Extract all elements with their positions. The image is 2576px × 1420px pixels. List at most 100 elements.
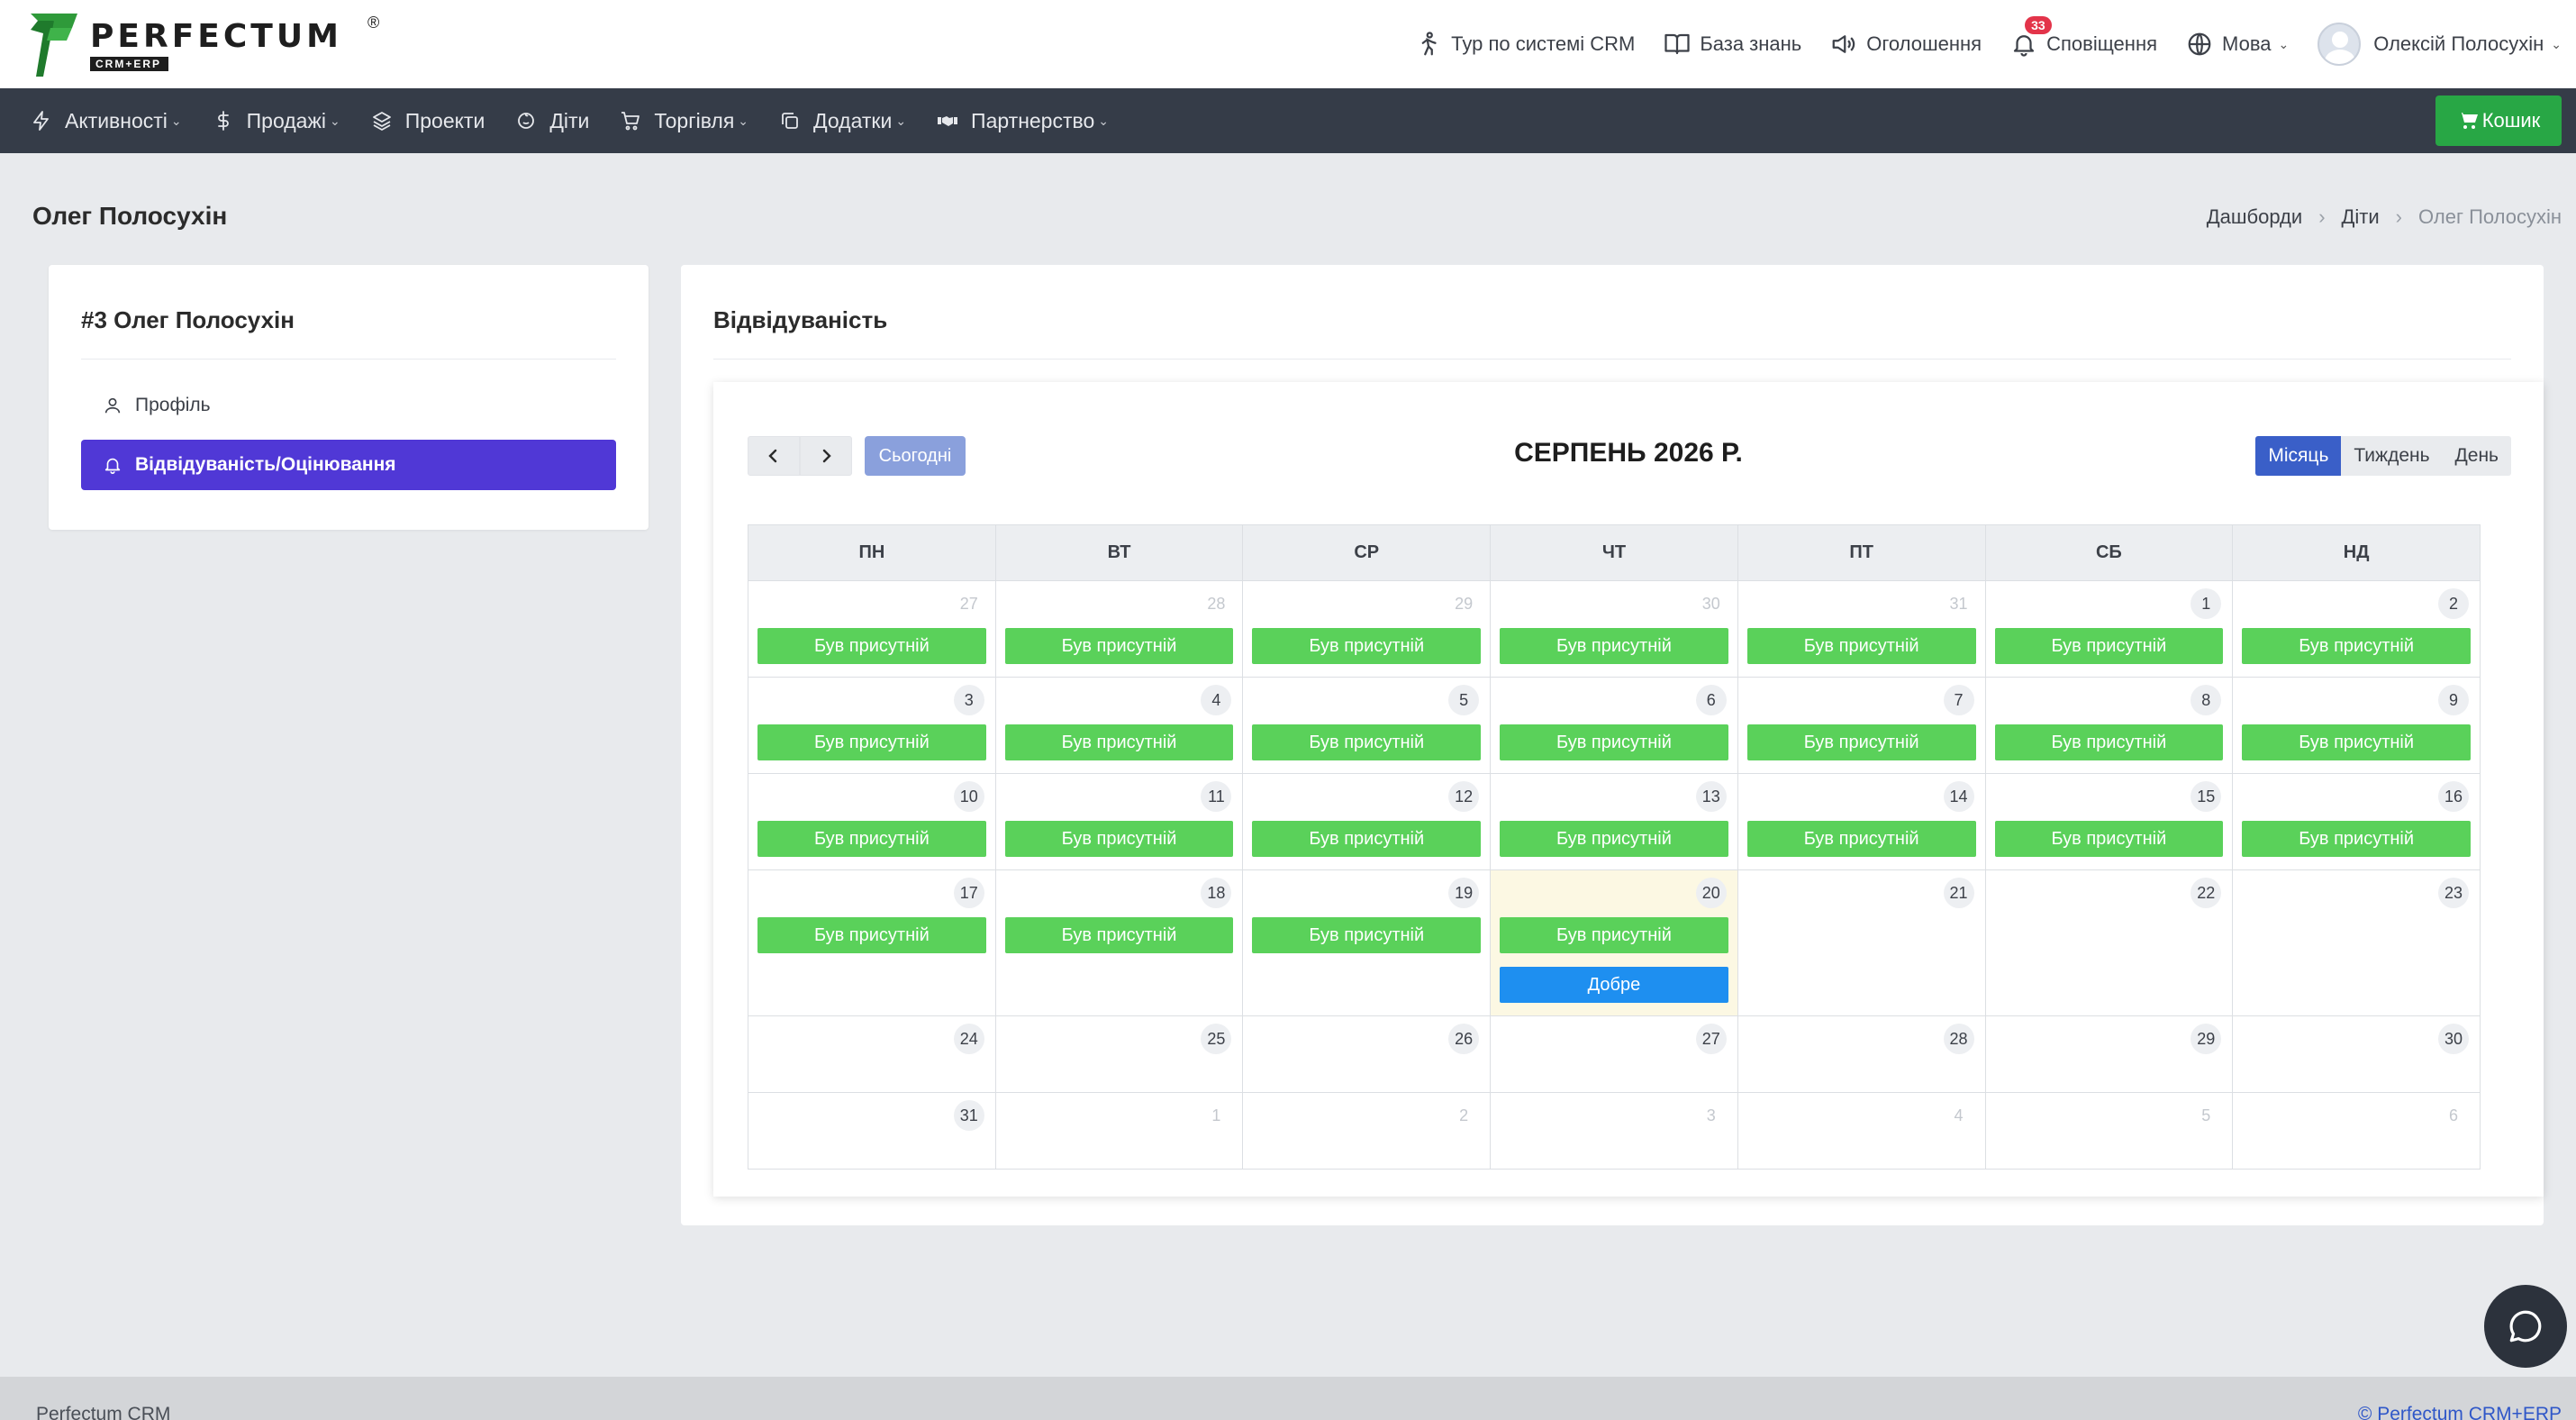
calendar-day-cell[interactable]: 29 Був присутній xyxy=(1242,580,1492,678)
breadcrumb-dashboards[interactable]: Дашборди xyxy=(2207,205,2302,229)
calendar-day-cell[interactable]: 31 xyxy=(748,1092,996,1170)
calendar-day-cell[interactable]: 4 xyxy=(1737,1092,1986,1170)
attendance-event[interactable]: Був присутній xyxy=(1252,821,1482,857)
calendar-day-cell[interactable]: 19 Був присутній xyxy=(1242,869,1492,1016)
calendar-day-cell[interactable]: 25 xyxy=(994,1015,1244,1093)
calendar-day-cell[interactable]: 21 xyxy=(1737,869,1986,1016)
attendance-event[interactable]: Був присутній xyxy=(2242,628,2471,664)
calendar-day-cell[interactable]: 7 Був присутній xyxy=(1737,677,1986,774)
brand-logo[interactable]: PERFECTUM CRM+ERP ® xyxy=(31,13,379,77)
calendar-day-cell[interactable]: 6 Був присутній xyxy=(1490,677,1738,774)
attendance-event[interactable]: Був присутній xyxy=(757,724,986,760)
calendar-day-cell[interactable]: 4 Був присутній xyxy=(994,677,1244,774)
calendar-day-cell[interactable]: 5 xyxy=(1984,1092,2234,1170)
attendance-link[interactable]: Відвідуваність/Оцінювання xyxy=(81,440,616,490)
calendar-day-cell[interactable]: 6 xyxy=(2232,1092,2481,1170)
calendar-day-cell[interactable]: 27 xyxy=(1490,1015,1738,1093)
attendance-event[interactable]: Був присутній xyxy=(1004,724,1234,760)
menu-item-projects[interactable]: Проекти xyxy=(371,109,485,133)
view-day-button[interactable]: День xyxy=(2442,436,2511,476)
calendar-day-cell[interactable]: 13 Був присутній xyxy=(1490,773,1738,870)
calendar-day-cell[interactable]: 28 xyxy=(1737,1015,1986,1093)
profile-label: Профіль xyxy=(135,395,211,415)
calendar-day-cell[interactable]: 9 Був присутній xyxy=(2232,677,2481,774)
attendance-event[interactable]: Був присутній xyxy=(1746,628,1976,664)
calendar-day-cell[interactable]: 16 Був присутній xyxy=(2232,773,2481,870)
calendar-day-cell[interactable]: 18 Був присутній xyxy=(994,869,1244,1016)
calendar-day-cell[interactable]: 5 Був присутній xyxy=(1242,677,1492,774)
menu-item-children[interactable]: Діти xyxy=(515,109,589,133)
menu-item-activities[interactable]: Активності ⌄ xyxy=(31,109,182,133)
attendance-event[interactable]: Був присутній xyxy=(1500,821,1728,857)
calendar-day-cell[interactable]: 30 Був присутній xyxy=(1490,580,1738,678)
view-week-button[interactable]: Тиждень xyxy=(2341,436,2443,476)
menu-item-partnership[interactable]: Партнерство ⌄ xyxy=(937,109,1109,133)
attendance-event[interactable]: Був присутній xyxy=(2242,821,2471,857)
calendar-day-cell[interactable]: 8 Був присутній xyxy=(1984,677,2234,774)
attendance-event[interactable]: Був присутній xyxy=(1004,628,1234,664)
attendance-event[interactable]: Був присутній xyxy=(757,821,986,857)
calendar-grid: ПН ВТ СР ЧТ ПТ СБ НД 27 Був присутній 28 Був прис… xyxy=(748,524,2481,1170)
user-menu[interactable]: Олексій Полосухін ⌄ xyxy=(2317,23,2562,66)
attendance-event[interactable]: Був присутній xyxy=(1746,821,1976,857)
knowledge-base-link[interactable]: База знань xyxy=(1664,31,1801,58)
calendar-day-cell[interactable]: 22 xyxy=(1984,869,2234,1016)
attendance-event[interactable]: Був присутній xyxy=(1994,821,2224,857)
footer-right-link[interactable]: © Perfectum CRM+ERP xyxy=(2358,1404,2562,1420)
attendance-event[interactable]: Був присутній xyxy=(1500,917,1728,953)
calendar-day-cell[interactable]: 11 Був присутній xyxy=(994,773,1244,870)
language-dropdown[interactable]: Мова ⌄ xyxy=(2186,31,2289,58)
tour-link[interactable]: Тур по системі CRM xyxy=(1415,31,1635,58)
attendance-event[interactable]: Був присутній xyxy=(2242,724,2471,760)
calendar-day-cell[interactable]: 14 Був присутній xyxy=(1737,773,1986,870)
view-month-button[interactable]: Місяць xyxy=(2255,436,2342,476)
calendar-day-cell[interactable]: 31 Був присутній xyxy=(1737,580,1986,678)
day-events: Був присутній xyxy=(1500,628,1728,678)
day-number: 21 xyxy=(1943,878,1974,908)
calendar-day-cell[interactable]: 23 xyxy=(2232,869,2481,1016)
attendance-event[interactable]: Був присутній xyxy=(1252,917,1482,953)
calendar-day-cell[interactable]: 3 Був присутній xyxy=(748,677,996,774)
day-number: 18 xyxy=(1201,878,1232,908)
attendance-event[interactable]: Був присутній xyxy=(1500,724,1728,760)
calendar-day-cell[interactable]: 1 Був присутній xyxy=(1984,580,2234,678)
profile-link[interactable]: Профіль xyxy=(81,380,616,431)
calendar-day-cell[interactable]: 2 xyxy=(1242,1092,1492,1170)
calendar-day-cell[interactable]: 29 xyxy=(1984,1015,2234,1093)
calendar-day-cell[interactable]: 15 Був присутній xyxy=(1984,773,2234,870)
attendance-event[interactable]: Був присутній xyxy=(1994,628,2224,664)
notifications-link[interactable]: 33 Сповіщення xyxy=(2010,16,2157,58)
grade-event[interactable]: Добре xyxy=(1500,967,1728,1003)
calendar-day-cell[interactable]: 30 xyxy=(2232,1015,2481,1093)
day-number: 27 xyxy=(1695,1024,1727,1054)
calendar-day-cell[interactable]: 20 Був присутній Добре xyxy=(1490,869,1738,1016)
menu-item-addons[interactable]: Додатки ⌄ xyxy=(779,109,906,133)
calendar-day-cell[interactable]: 2 Був присутній xyxy=(2232,580,2481,678)
calendar-day-cell[interactable]: 28 Був присутній xyxy=(994,580,1244,678)
attendance-event[interactable]: Був присутній xyxy=(1746,724,1976,760)
calendar-day-cell[interactable]: 26 xyxy=(1242,1015,1492,1093)
calendar-day-cell[interactable]: 12 Був присутній xyxy=(1242,773,1492,870)
announcements-link[interactable]: Оголошення xyxy=(1830,31,1982,58)
attendance-event[interactable]: Був присутній xyxy=(1004,821,1234,857)
chat-button[interactable] xyxy=(2484,1285,2567,1368)
attendance-event[interactable]: Був присутній xyxy=(1500,628,1728,664)
menu-item-trade[interactable]: Торгівля ⌄ xyxy=(620,109,748,133)
calendar-day-cell[interactable]: 27 Був присутній xyxy=(748,580,996,678)
calendar-day-cell[interactable]: 3 xyxy=(1490,1092,1738,1170)
attendance-event[interactable]: Був присутній xyxy=(757,628,986,664)
calendar-day-cell[interactable]: 10 Був присутній xyxy=(748,773,996,870)
cart-button[interactable]: Кошик xyxy=(2435,96,2562,146)
attendance-event[interactable]: Був присутній xyxy=(1252,628,1482,664)
day-number: 2 xyxy=(2438,588,2469,619)
calendar-day-cell[interactable]: 24 xyxy=(748,1015,996,1093)
breadcrumb-children[interactable]: Діти xyxy=(2342,205,2380,229)
attendance-event[interactable]: Був присутній xyxy=(1004,917,1234,953)
attendance-event[interactable]: Був присутній xyxy=(1994,724,2224,760)
menu-item-sales[interactable]: Продажі ⌄ xyxy=(213,109,340,133)
dollar-icon xyxy=(217,111,229,131)
attendance-event[interactable]: Був присутній xyxy=(1252,724,1482,760)
attendance-event[interactable]: Був присутній xyxy=(757,917,986,953)
calendar-day-cell[interactable]: 1 xyxy=(994,1092,1244,1170)
calendar-day-cell[interactable]: 17 Був присутній xyxy=(748,869,996,1016)
